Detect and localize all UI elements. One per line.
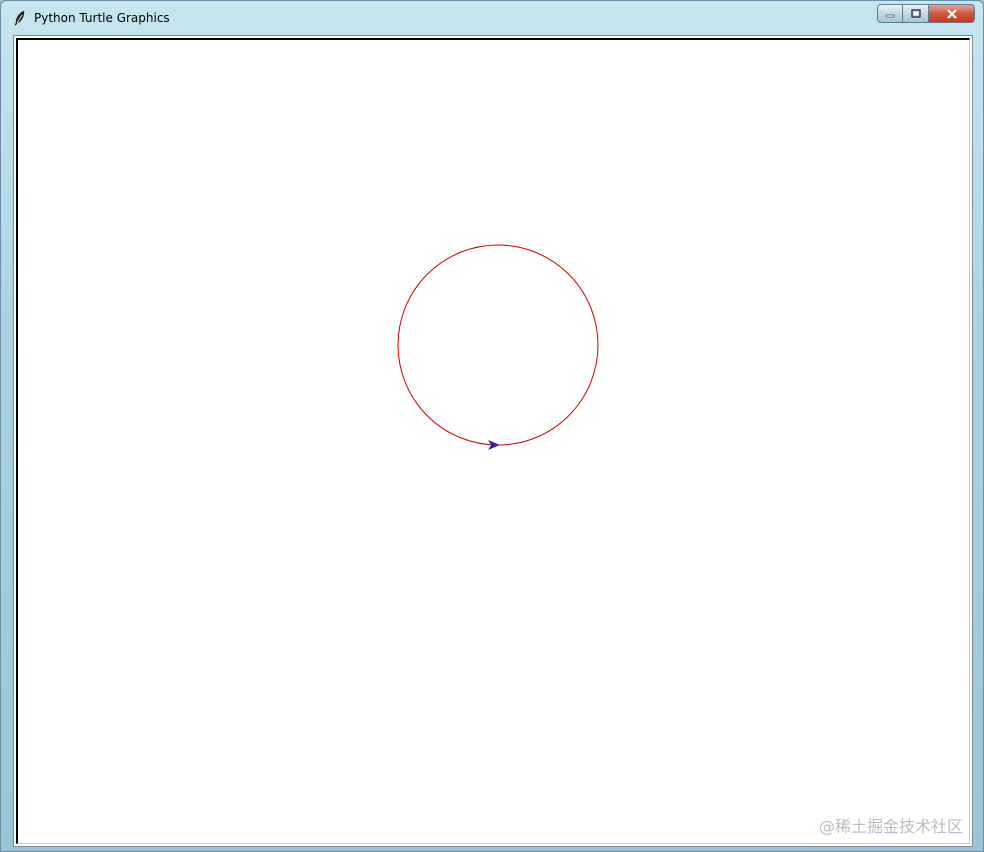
watermark: @稀土掘金技术社区 (818, 817, 963, 836)
minimize-button[interactable] (877, 4, 903, 23)
title-bar[interactable]: Python Turtle Graphics (1, 1, 983, 33)
feather-icon (14, 10, 25, 26)
drawing-layer (397, 244, 599, 450)
caption-buttons (877, 4, 975, 24)
turtle-canvas[interactable]: @稀土掘金技术社区 (16, 38, 970, 844)
close-button[interactable] (929, 4, 975, 23)
window-title: Python Turtle Graphics (34, 11, 170, 25)
maximize-button[interactable] (903, 4, 929, 23)
close-icon (946, 8, 957, 19)
circle-trace (397, 244, 599, 446)
turtle-window: Python Turtle Graphics @稀土掘金技术社区 (0, 0, 984, 852)
maximize-icon (910, 9, 921, 18)
client-area: @稀土掘金技术社区 (13, 35, 973, 847)
minimize-icon (885, 14, 895, 17)
